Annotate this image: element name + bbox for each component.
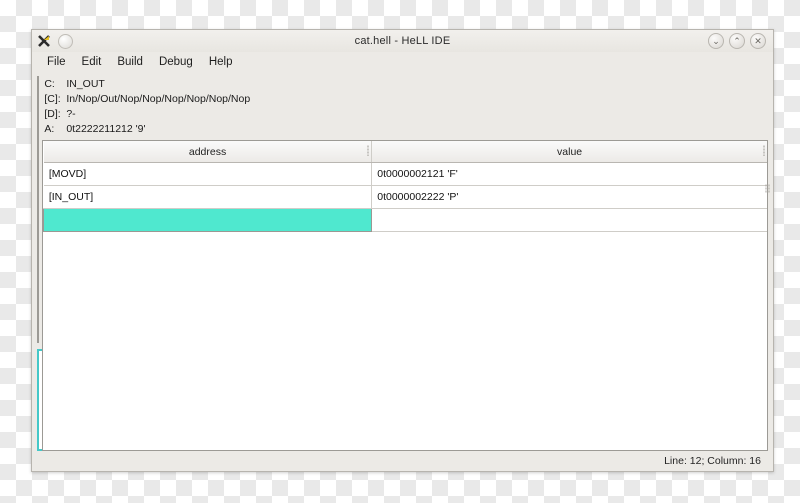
- menu-bar: File Edit Build Debug Help: [32, 52, 773, 72]
- cell-address[interactable]: [MOVD]: [43, 162, 373, 186]
- title-bar-left-icons: [32, 33, 73, 49]
- cell-address[interactable]: [43, 208, 373, 232]
- register-panel: C: IN_OUT [C]: In/Nop/Out/Nop/Nop/Nop/Nop/N…: [42, 76, 768, 140]
- table-row[interactable]: [IN_OUT] 0t0000002222 'P': [43, 185, 767, 209]
- code-editor[interactable]: ––––– .CODEMOVD: Nop/MovD Jmp IN_OUT: In…: [37, 76, 39, 343]
- register-value: In/Nop/Out/Nop/Nop/Nop/Nop/Nop/Nop: [66, 93, 251, 105]
- menu-item-file[interactable]: File: [40, 54, 73, 70]
- column-resize-grip-icon[interactable]: [367, 145, 370, 156]
- window-controls: ⌄ ⌃ ✕: [708, 33, 773, 49]
- maximize-button[interactable]: ⌃: [729, 33, 745, 49]
- column-header-value[interactable]: value: [371, 141, 767, 163]
- application-window: cat.hell - HeLL IDE ⌄ ⌃ ✕ File Edit Buil…: [31, 29, 774, 472]
- minimize-button[interactable]: ⌄: [708, 33, 724, 49]
- memory-table-head: address value: [43, 141, 767, 163]
- window-title: cat.hell - HeLL IDE: [354, 35, 451, 47]
- title-bar: cat.hell - HeLL IDE ⌄ ⌃ ✕: [32, 30, 773, 52]
- memory-table-body[interactable]: [MOVD] 0t0000002121 'F' [IN_OUT] 0t00000022…: [43, 162, 767, 232]
- panel-resize-grip-icon[interactable]: [765, 184, 770, 193]
- memory-table-panel[interactable]: address value [MOVD] 0t0000002121 'F' [IN_…: [42, 140, 768, 451]
- register-key: [C]:: [44, 93, 61, 105]
- column-header-value-label: value: [557, 145, 583, 158]
- memory-table[interactable]: address value [MOVD] 0t0000002121 'F' [IN_…: [43, 141, 767, 232]
- x-logo-icon: [37, 34, 52, 49]
- register-row: [D]: ?-: [44, 107, 768, 122]
- cell-value[interactable]: [371, 208, 767, 232]
- close-button[interactable]: ✕: [750, 33, 766, 49]
- register-row: [C]: In/Nop/Out/Nop/Nop/Nop/Nop/Nop/Nop: [44, 92, 768, 107]
- panel-scroll-strip[interactable]: [762, 166, 770, 466]
- cell-address[interactable]: [IN_OUT]: [43, 185, 373, 209]
- menu-item-build[interactable]: Build: [110, 54, 150, 70]
- cell-value[interactable]: 0t0000002222 'P': [371, 185, 767, 209]
- register-value: IN_OUT: [66, 78, 105, 90]
- memory-table-header-row: address value: [43, 141, 767, 163]
- register-row: A: 0t2222211212 '9': [44, 122, 768, 137]
- column-resize-grip-icon[interactable]: [762, 145, 765, 156]
- main-content: ––––– .CODEMOVD: Nop/MovD Jmp IN_OUT: In…: [32, 72, 773, 451]
- register-value: ?-: [66, 108, 76, 120]
- memory-table-empty-area: [43, 232, 767, 450]
- cell-value[interactable]: 0t0000002121 'F': [371, 162, 767, 186]
- cursor-position-label: Line: 12; Column: 16: [664, 455, 761, 467]
- register-key: C:: [44, 78, 55, 90]
- register-key: A:: [44, 123, 55, 135]
- table-row[interactable]: [43, 208, 767, 232]
- register-value: 0t2222211212 '9': [66, 123, 146, 135]
- editor-gutter[interactable]: [38, 77, 39, 326]
- register-row: C: IN_OUT: [44, 77, 768, 92]
- scroll-left-icon[interactable]: ‹: [38, 329, 39, 340]
- circle-icon: [58, 33, 73, 49]
- column-header-address-label: address: [188, 145, 227, 158]
- menu-item-debug[interactable]: Debug: [152, 54, 200, 70]
- menu-item-edit[interactable]: Edit: [75, 54, 109, 70]
- menu-item-help[interactable]: Help: [202, 54, 240, 70]
- status-bar: Line: 12; Column: 16: [32, 451, 773, 471]
- column-header-address[interactable]: address: [43, 141, 373, 163]
- table-row[interactable]: [MOVD] 0t0000002121 'F': [43, 162, 767, 186]
- register-key: [D]:: [44, 108, 61, 120]
- right-column: C: IN_OUT [C]: In/Nop/Out/Nop/Nop/Nop/Nop/N…: [42, 76, 770, 451]
